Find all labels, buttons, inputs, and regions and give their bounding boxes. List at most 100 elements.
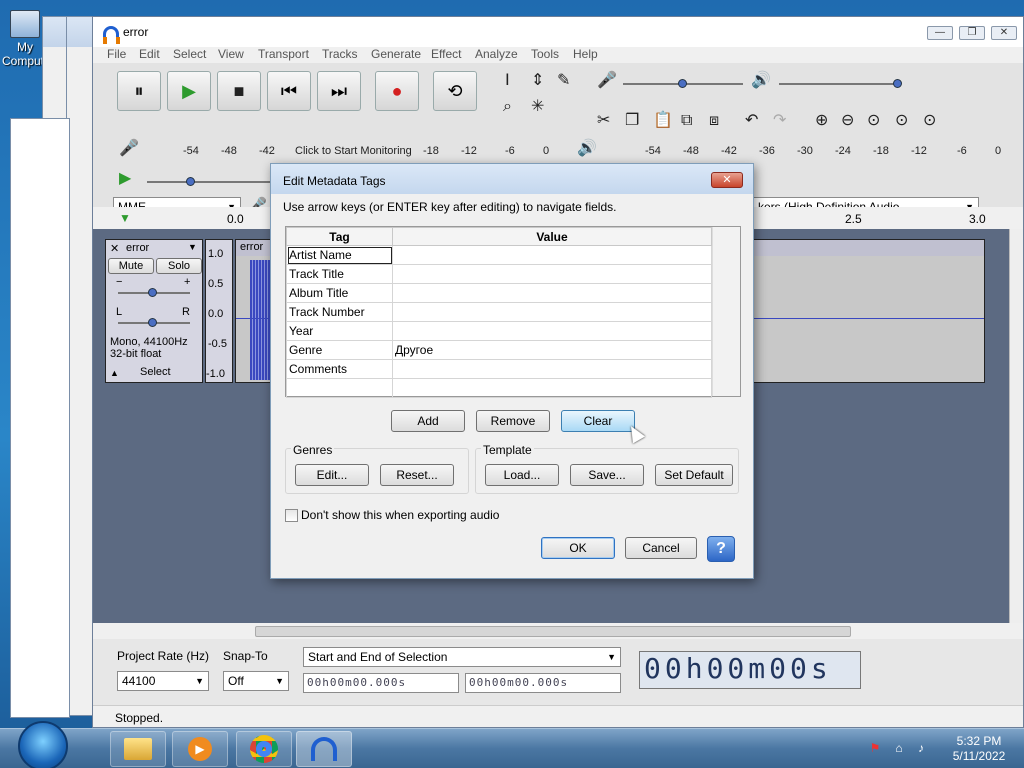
network-alert-icon[interactable]: ⚑: [868, 741, 882, 755]
multi-tool-icon[interactable]: ✳: [531, 99, 544, 115]
background-window[interactable]: [10, 118, 70, 718]
vertical-scrollbar[interactable]: [1009, 229, 1023, 641]
selection-start-time[interactable]: 00h00m00.000s: [303, 673, 459, 693]
selection-tool-icon[interactable]: Ⅰ: [505, 73, 510, 89]
dont-show-checkbox[interactable]: [285, 509, 298, 522]
zoom-tool-icon[interactable]: ⌕: [503, 99, 512, 115]
add-button[interactable]: Add: [391, 410, 465, 432]
draw-tool-icon[interactable]: ✎: [557, 73, 570, 89]
menu-edit[interactable]: Edit: [139, 47, 160, 61]
tag-cell[interactable]: [286, 378, 393, 398]
value-cell[interactable]: [392, 264, 712, 284]
taskbar-chrome[interactable]: [236, 731, 292, 767]
track-menu-icon[interactable]: ▼: [188, 242, 197, 252]
table-row[interactable]: Track Title: [286, 264, 712, 284]
mute-button[interactable]: Mute: [108, 258, 154, 274]
play-speed-slider[interactable]: [147, 181, 277, 183]
dont-show-label[interactable]: Don't show this when exporting audio: [301, 508, 499, 522]
track-select-button[interactable]: Select: [140, 366, 171, 378]
pan-thumb[interactable]: [148, 318, 157, 327]
template-load-button[interactable]: Load...: [485, 464, 559, 486]
menu-analyze[interactable]: Analyze: [475, 47, 518, 61]
paste-icon[interactable]: 📋: [653, 113, 673, 129]
tag-cell[interactable]: Album Title: [286, 283, 393, 303]
taskbar-explorer[interactable]: [110, 731, 166, 767]
play-at-speed-icon[interactable]: ▶: [119, 171, 131, 187]
minimize-button[interactable]: —: [927, 26, 953, 40]
selection-end-time[interactable]: 00h00m00.000s: [465, 673, 621, 693]
loop-button[interactable]: ⟲: [433, 71, 477, 111]
fit-selection-icon[interactable]: ⊙: [867, 113, 880, 129]
dialog-close-button[interactable]: ✕: [711, 172, 743, 188]
column-header-value[interactable]: Value: [392, 227, 712, 246]
menu-transport[interactable]: Transport: [258, 47, 309, 61]
tag-cell[interactable]: Track Number: [286, 302, 393, 322]
dialog-title-bar[interactable]: Edit Metadata Tags ✕: [271, 164, 753, 194]
column-header-tag[interactable]: Tag: [286, 227, 393, 246]
table-row[interactable]: [286, 378, 712, 398]
value-cell[interactable]: [392, 283, 712, 303]
solo-button[interactable]: Solo: [156, 258, 202, 274]
skip-to-start-button[interactable]: ⏮: [267, 71, 311, 111]
timeline-play-icon[interactable]: ▼: [119, 211, 131, 225]
tag-cell[interactable]: Track Title: [286, 264, 393, 284]
remove-button[interactable]: Remove: [476, 410, 550, 432]
table-row[interactable]: Year: [286, 321, 712, 341]
snap-to-select[interactable]: Off ▼: [223, 671, 289, 691]
envelope-tool-icon[interactable]: ⇕: [531, 73, 544, 89]
menu-select[interactable]: Select: [173, 47, 206, 61]
zoom-out-icon[interactable]: ⊖: [841, 113, 854, 129]
set-default-button[interactable]: Set Default: [655, 464, 733, 486]
fit-project-icon[interactable]: ⊙: [895, 113, 908, 129]
project-rate-select[interactable]: 44100 ▼: [117, 671, 209, 691]
playback-volume-thumb[interactable]: [893, 79, 902, 88]
value-cell[interactable]: Другое: [392, 340, 712, 360]
silence-icon[interactable]: ⧈: [709, 113, 719, 129]
trim-icon[interactable]: ⧉: [681, 113, 692, 129]
menu-file[interactable]: File: [107, 47, 126, 61]
menu-effect[interactable]: Effect: [431, 47, 461, 61]
menu-tracks[interactable]: Tracks: [322, 47, 358, 61]
menu-view[interactable]: View: [218, 47, 244, 61]
menu-generate[interactable]: Generate: [371, 47, 421, 61]
record-meter[interactable]: -54 -48 -42 Click to Start Monitoring -1…: [173, 145, 553, 159]
network-icon[interactable]: ⌂: [892, 741, 906, 755]
value-cell[interactable]: [392, 378, 712, 398]
menu-help[interactable]: Help: [573, 47, 598, 61]
playback-volume-slider[interactable]: [779, 83, 899, 85]
track-name[interactable]: error: [126, 242, 149, 254]
tag-cell[interactable]: Year: [286, 321, 393, 341]
table-row[interactable]: Album Title: [286, 283, 712, 303]
template-save-button[interactable]: Save...: [570, 464, 644, 486]
selection-mode-select[interactable]: Start and End of Selection ▼: [303, 647, 621, 667]
start-button[interactable]: [18, 721, 68, 768]
taskbar-audacity[interactable]: [296, 731, 352, 767]
undo-icon[interactable]: ↶: [745, 113, 758, 129]
taskbar-media-player[interactable]: ▶: [172, 731, 228, 767]
menu-tools[interactable]: Tools: [531, 47, 559, 61]
table-row[interactable]: Comments: [286, 359, 712, 379]
table-row[interactable]: Genre Другое: [286, 340, 712, 360]
play-speed-thumb[interactable]: [186, 177, 195, 186]
ok-button[interactable]: OK: [541, 537, 615, 559]
collapse-icon[interactable]: ▲: [110, 368, 119, 378]
table-row[interactable]: Track Number: [286, 302, 712, 322]
track-close-icon[interactable]: ✕: [110, 242, 119, 255]
value-cell[interactable]: [392, 302, 712, 322]
value-cell[interactable]: [392, 321, 712, 341]
redo-icon[interactable]: ↷: [773, 113, 786, 129]
pause-button[interactable]: ⏸: [117, 71, 161, 111]
gain-thumb[interactable]: [148, 288, 157, 297]
volume-icon[interactable]: ♪: [914, 741, 928, 755]
cut-icon[interactable]: ✂: [597, 113, 610, 129]
zoom-in-icon[interactable]: ⊕: [815, 113, 828, 129]
tag-cell[interactable]: Artist Name: [286, 245, 393, 265]
maximize-button[interactable]: ❐: [959, 26, 985, 40]
tag-cell[interactable]: Comments: [286, 359, 393, 379]
metadata-grid[interactable]: Tag Value Artist Name Track Title Album …: [285, 226, 741, 398]
genres-edit-button[interactable]: Edit...: [295, 464, 369, 486]
table-row[interactable]: Artist Name: [286, 245, 712, 265]
record-button[interactable]: ●: [375, 71, 419, 111]
value-cell[interactable]: [392, 359, 712, 379]
horizontal-scrollbar[interactable]: [93, 623, 1023, 639]
